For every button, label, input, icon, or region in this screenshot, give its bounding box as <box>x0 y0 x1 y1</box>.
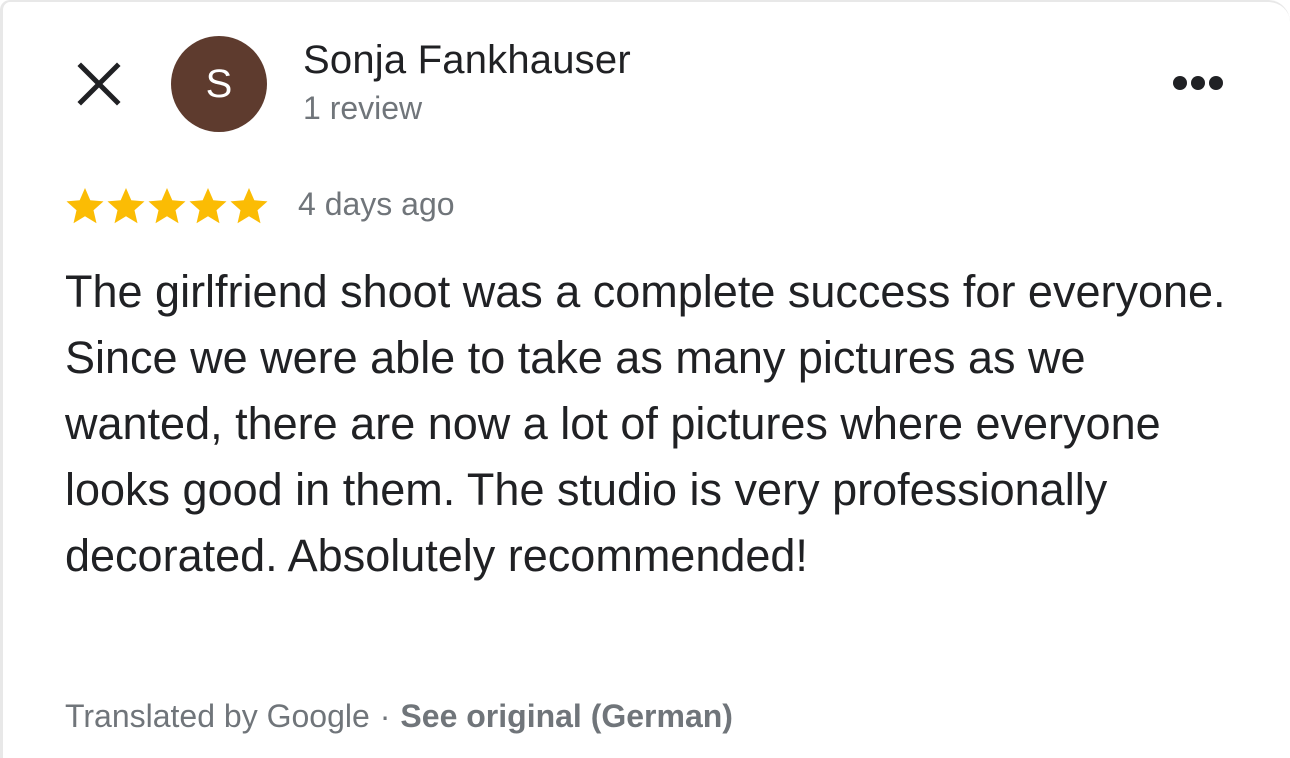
review-card: S Sonja Fankhauser 1 review 4 days ago T… <box>0 0 1290 758</box>
star-icon <box>189 188 227 224</box>
star-icon <box>66 188 104 224</box>
more-options-button[interactable] <box>1167 68 1229 98</box>
star-icon <box>148 188 186 224</box>
review-count: 1 review <box>303 90 423 126</box>
close-button[interactable] <box>73 58 125 110</box>
star-rating <box>65 186 269 226</box>
translation-notice: Translated by Google · See original (Germa… <box>65 698 733 735</box>
separator: · <box>379 698 391 734</box>
close-icon <box>77 62 121 106</box>
star-icon <box>107 188 145 224</box>
reviewer-name[interactable]: Sonja Fankhauser <box>303 38 631 83</box>
translated-by-label: Translated by Google <box>65 698 370 734</box>
review-text: The girlfriend shoot was a complete succ… <box>65 266 1226 581</box>
review-date: 4 days ago <box>298 186 455 222</box>
avatar[interactable]: S <box>171 36 267 132</box>
star-icon <box>230 188 268 224</box>
see-original-link[interactable]: See original (German) <box>400 698 733 734</box>
more-horizontal-icon <box>1173 76 1223 90</box>
